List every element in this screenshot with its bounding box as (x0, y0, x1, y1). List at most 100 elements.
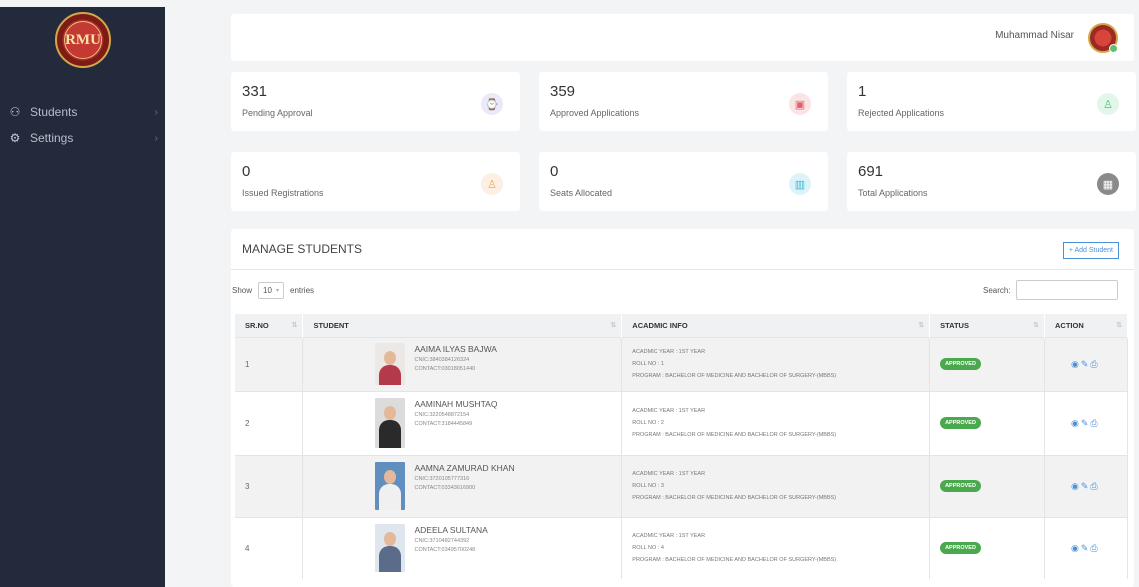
stat-card-seats: 0 Seats Allocated ▥ (539, 152, 828, 211)
entries-value: 10 (263, 286, 272, 295)
print-icon[interactable]: ⎙ (1090, 543, 1099, 553)
cell-status: APPROVED (929, 454, 1045, 517)
stat-value: 359 (550, 83, 576, 100)
sort-icon: ⇅ (1116, 321, 1122, 329)
student-name: AAMINAH MUSHTAQ (414, 399, 498, 409)
student-photo (375, 462, 406, 510)
eye-icon[interactable]: ◉ (1071, 359, 1081, 369)
stat-value: 331 (242, 83, 268, 100)
student-cnic: CNIC:3220548872154 (414, 412, 470, 418)
manage-students-panel: MANAGE STUDENTS + Add Student Show 10 ▾ … (231, 229, 1134, 587)
stat-card-rejected: 1 Rejected Applications ♙ (847, 72, 1136, 131)
status-badge: APPROVED (940, 417, 981, 429)
cell-action: ◉✎⎙ (1044, 390, 1128, 455)
logo-text: RMU (64, 21, 102, 59)
cell-status: APPROVED (929, 336, 1045, 391)
eye-icon[interactable]: ◉ (1071, 418, 1081, 428)
watch-icon: ⌚ (481, 93, 503, 115)
column-label: ACTION (1055, 320, 1084, 330)
status-badge: APPROVED (940, 480, 981, 492)
student-cnic: CNIC:3720105777316 (414, 476, 470, 482)
stat-card-total: 691 Total Applications ▦ (847, 152, 1136, 211)
program: PROGRAM : BACHELOR OF MEDICINE AND BACHE… (632, 557, 837, 564)
students-table: SR.NO ⇅ STUDENT ⇅ ACADMIC INFO ⇅ STATUS ⇅ AC… (235, 314, 1128, 579)
roll-no: ROLL NO : 2 (632, 420, 664, 426)
student-contact: CONTACT:03018051440 (414, 366, 476, 372)
status-badge: APPROVED (940, 358, 981, 370)
stat-label: Issued Registrations (242, 188, 324, 198)
entries-select[interactable]: 10 ▾ (258, 282, 285, 299)
cell-student: AAMNA ZAMURAD KHAN CNIC:3720105777316 CO… (302, 454, 623, 517)
user-name[interactable]: Muhammad Nisar (995, 30, 1074, 41)
search-label: Search: (983, 286, 1011, 295)
sidebar-item-settings[interactable]: ⚙ Settings › (8, 128, 158, 148)
column-label: SR.NO (245, 320, 269, 330)
student-name: ADEELA SULTANA (414, 525, 488, 536)
user-plus-icon: ♙ (1097, 93, 1119, 115)
column-header-srno[interactable]: SR.NO ⇅ (235, 314, 304, 337)
eye-icon[interactable]: ◉ (1071, 481, 1081, 491)
cell-action: ◉✎⎙ (1044, 516, 1128, 579)
stat-label: Rejected Applications (858, 108, 945, 118)
cell-academic-info: ACADMIC YEAR : 1ST YEAR ROLL NO : 2 PROG… (621, 390, 931, 455)
column-header-action[interactable]: ACTION ⇅ (1044, 314, 1128, 337)
print-icon[interactable]: ⎙ (1090, 359, 1099, 369)
program: PROGRAM : BACHELOR OF MEDICINE AND BACHE… (632, 373, 837, 379)
roll-no: ROLL NO : 1 (632, 361, 664, 367)
cell-student: AAMINAH MUSHTAQ CNIC:3220548872154 CONTA… (302, 390, 623, 455)
gear-icon: ⚙ (9, 131, 21, 145)
column-header-student[interactable]: STUDENT ⇅ (302, 314, 623, 337)
column-label: ACADMIC INFO (632, 320, 688, 330)
eye-icon[interactable]: ◉ (1071, 543, 1081, 553)
edit-icon[interactable]: ✎ (1081, 359, 1091, 369)
roll-no: ROLL NO : 3 (632, 483, 664, 489)
academic-year: ACADMIC YEAR : 1ST YEAR (632, 408, 706, 414)
add-student-button[interactable]: + Add Student (1062, 242, 1119, 259)
cell-student: ADEELA SULTANA CNIC:3710482744392 CONTAC… (302, 516, 623, 579)
entries-control: Show 10 ▾ entries (232, 282, 314, 299)
cell-srno: 2 (235, 390, 304, 455)
panel-title: MANAGE STUDENTS (242, 242, 363, 256)
cell-srno: 3 (235, 454, 304, 517)
edit-icon[interactable]: ✎ (1081, 481, 1091, 491)
stat-value: 1 (858, 83, 867, 100)
avatar[interactable] (1088, 23, 1118, 53)
cell-srno: 4 (235, 516, 304, 579)
print-icon[interactable]: ⎙ (1090, 481, 1099, 491)
edit-icon[interactable]: ✎ (1081, 543, 1091, 553)
sort-icon: ⇅ (291, 321, 298, 329)
divider (231, 269, 1134, 270)
search-input[interactable] (1016, 280, 1118, 300)
cell-action: ◉✎⎙ (1044, 336, 1128, 391)
stat-label: Total Applications (858, 188, 928, 198)
online-status-dot (1109, 44, 1118, 53)
cell-academic-info: ACADMIC YEAR : 1ST YEAR ROLL NO : 1 PROG… (621, 336, 931, 391)
cell-status: APPROVED (929, 390, 1045, 455)
edit-icon[interactable]: ✎ (1081, 418, 1091, 428)
stat-label: Approved Applications (550, 108, 640, 118)
sidebar-item-students[interactable]: ⚇ Students › (8, 102, 158, 122)
stat-card-pending: 331 Pending Approval ⌚ (231, 72, 520, 131)
student-contact: CONTACT:3184445849 (414, 421, 473, 427)
student-cnic: CNIC:3710482744392 (414, 538, 470, 545)
sidebar-item-label: Students (30, 105, 78, 119)
student-name: AAMNA ZAMURAD KHAN (414, 463, 515, 473)
cell-status: APPROVED (929, 516, 1045, 579)
program: PROGRAM : BACHELOR OF MEDICINE AND BACHE… (632, 432, 837, 438)
university-logo[interactable]: RMU (55, 12, 111, 68)
program: PROGRAM : BACHELOR OF MEDICINE AND BACHE… (632, 495, 837, 501)
student-contact: CONTACT:03343616900 (414, 485, 476, 491)
stat-value: 0 (550, 163, 559, 180)
student-photo (375, 524, 406, 573)
users-icon: ⚇ (9, 105, 21, 119)
stat-card-approved: 359 Approved Applications ▣ (539, 72, 828, 131)
sort-icon: ⇅ (1033, 321, 1039, 329)
print-icon[interactable]: ⎙ (1090, 418, 1099, 428)
status-badge: APPROVED (940, 542, 981, 555)
chevron-right-icon: › (154, 132, 158, 144)
stat-value: 0 (242, 163, 251, 180)
show-label: Show (232, 286, 253, 295)
column-header-academic-info[interactable]: ACADMIC INFO ⇅ (621, 314, 931, 337)
column-header-status[interactable]: STATUS ⇅ (929, 314, 1045, 337)
stat-label: Seats Allocated (550, 188, 613, 198)
